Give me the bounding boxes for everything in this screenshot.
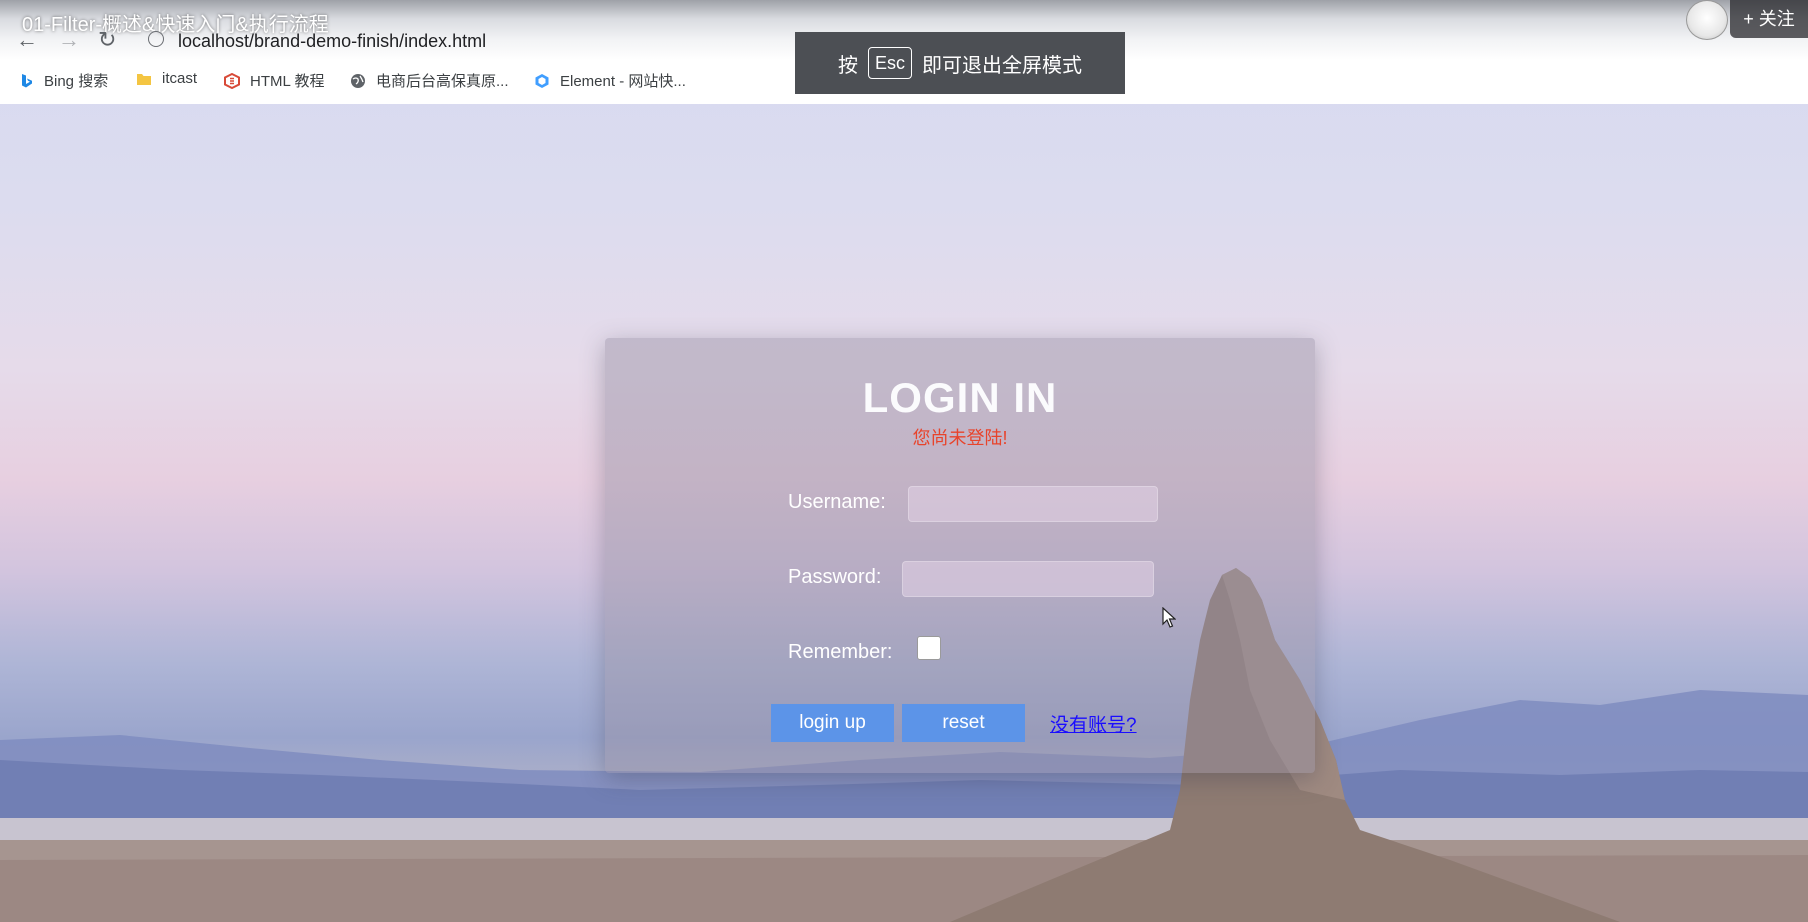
password-label: Password: [788, 566, 882, 588]
toast-suffix: 即可退出全屏模式 [922, 54, 1082, 77]
element-icon [535, 73, 549, 88]
password-input[interactable] [902, 561, 1154, 597]
reload-icon[interactable]: ↻ [98, 29, 116, 51]
login-panel: LOGIN IN 您尚未登陆! Username: Password: Reme… [605, 338, 1315, 773]
register-link[interactable]: 没有账号? [1050, 710, 1137, 737]
globe-icon [351, 73, 365, 88]
bookmark-ecommerce[interactable]: 电商后台高保真原... [350, 70, 509, 91]
follow-button[interactable]: + 关注 [1730, 0, 1808, 38]
address-bar[interactable]: localhost/brand-demo-finish/index.html [178, 31, 486, 52]
username-input[interactable] [908, 486, 1158, 522]
uploader-avatar[interactable] [1686, 0, 1728, 40]
username-label: Username: [788, 491, 886, 513]
bing-icon [22, 73, 32, 87]
login-title: LOGIN IN [862, 374, 1058, 421]
fullscreen-toast: 按 Esc 即可退出全屏模式 [795, 32, 1125, 94]
info-icon[interactable] [148, 31, 164, 47]
bookmark-bing[interactable]: Bing 搜索 [20, 70, 108, 91]
toast-prefix: 按 [837, 54, 858, 77]
remember-checkbox[interactable] [917, 636, 941, 660]
back-arrow-icon[interactable]: ← [16, 29, 38, 51]
remember-label: Remember: [788, 641, 893, 663]
bookmark-element[interactable]: Element - 网站快... [534, 70, 686, 91]
html-icon [224, 72, 240, 89]
login-button[interactable]: login up [771, 704, 894, 742]
forward-arrow-icon[interactable]: → [58, 29, 80, 51]
reset-button[interactable]: reset [902, 704, 1025, 742]
bookmark-html[interactable]: HTML 教程 [224, 70, 324, 91]
bookmark-itcast[interactable]: itcast [136, 70, 197, 87]
error-message: 您尚未登陆! [912, 428, 1008, 448]
mouse-cursor-icon [1162, 607, 1176, 628]
esc-key: Esc [867, 47, 912, 79]
folder-icon [137, 73, 151, 85]
